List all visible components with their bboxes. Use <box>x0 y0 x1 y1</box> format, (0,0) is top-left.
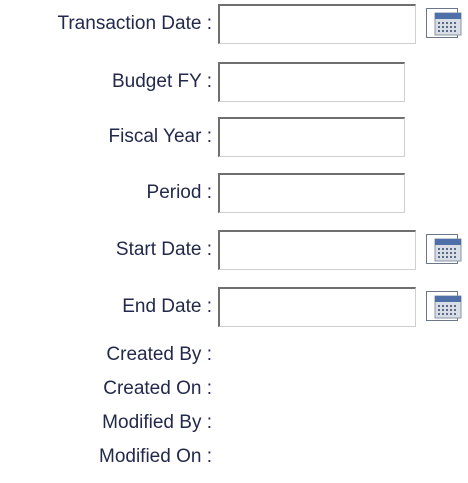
end-date-calendar-button[interactable] <box>426 291 462 321</box>
end-date-row: End Date : <box>0 287 468 327</box>
start-date-calendar-button[interactable] <box>426 234 462 264</box>
fiscal-year-row: Fiscal Year : <box>0 117 468 157</box>
transaction-date-label: Transaction Date : <box>57 13 212 34</box>
modified-on-label: Modified On : <box>99 446 212 467</box>
fiscal-year-input[interactable] <box>218 117 405 157</box>
start-date-row: Start Date : <box>0 230 468 270</box>
calendar-icon <box>434 12 462 36</box>
period-input[interactable] <box>218 173 405 213</box>
fiscal-year-label: Fiscal Year : <box>108 126 213 147</box>
period-row: Period : <box>0 173 468 213</box>
created-on-label: Created On : <box>103 378 212 399</box>
transaction-date-calendar-button[interactable] <box>426 8 462 38</box>
budget-fy-label: Budget FY : <box>112 71 212 92</box>
transaction-date-input[interactable] <box>218 4 416 44</box>
created-by-label: Created By : <box>106 344 212 365</box>
transaction-date-row: Transaction Date : <box>0 4 468 44</box>
calendar-icon <box>434 295 462 319</box>
end-date-input[interactable] <box>218 287 416 327</box>
end-date-label: End Date : <box>122 296 212 317</box>
modified-by-label: Modified By : <box>102 412 212 433</box>
budget-fy-input[interactable] <box>218 62 405 102</box>
calendar-icon <box>434 238 462 262</box>
start-date-label: Start Date : <box>115 239 212 260</box>
start-date-input[interactable] <box>218 230 416 270</box>
budget-fy-row: Budget FY : <box>0 62 468 102</box>
period-label: Period : <box>146 182 212 203</box>
